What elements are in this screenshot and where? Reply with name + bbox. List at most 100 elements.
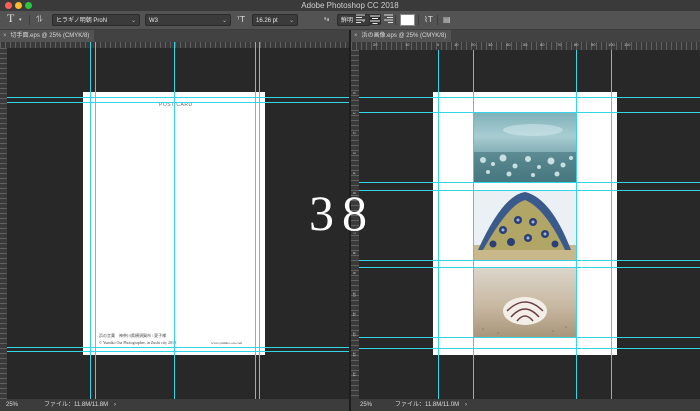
guide-horizontal[interactable]: [7, 97, 349, 98]
align-left-icon[interactable]: [356, 14, 368, 25]
left-tab-bar: × 切手面.eps @ 25% (CMYK/8): [0, 30, 349, 42]
guide-vertical[interactable]: [473, 50, 474, 399]
ruler-number: 20: [373, 42, 378, 47]
ruler-number: 2: [352, 132, 357, 135]
ruler-number: 40: [506, 42, 511, 47]
water-droplets-photo[interactable]: [473, 112, 576, 182]
zoom-level[interactable]: 25%: [6, 399, 18, 411]
ruler-number: 0: [352, 92, 357, 95]
status-arrow-icon[interactable]: ›: [465, 399, 467, 411]
horizontal-ruler[interactable]: 20 10 0 10 20 30 40 50 60 70 80 90 100 1…: [351, 42, 700, 50]
guide-vertical[interactable]: [438, 50, 439, 399]
ruler-number: 10: [405, 42, 410, 47]
close-tab-icon[interactable]: ×: [3, 33, 7, 39]
font-family-value: ヒラギノ明朝 ProN: [56, 18, 108, 24]
type-tool-icon[interactable]: T: [7, 12, 14, 24]
guide-horizontal[interactable]: [359, 97, 700, 98]
ruler-number: 9: [352, 272, 357, 275]
ruler-number: 10: [454, 42, 459, 47]
guide-horizontal[interactable]: [7, 102, 349, 103]
app-title: Adobe Photoshop CC 2018: [301, 1, 399, 10]
tab-left-title: 切手面.eps @ 25% (CMYK/8): [10, 33, 90, 39]
align-center-icon[interactable]: [369, 14, 381, 25]
chevron-down-icon: ⌄: [130, 18, 136, 24]
guide-horizontal[interactable]: [7, 351, 349, 352]
file-info[interactable]: ファイル：11.8M/11.0M: [395, 399, 459, 411]
sea-urchin-photo[interactable]: [473, 190, 576, 260]
font-size-select[interactable]: 16.26 pt ⌄: [252, 14, 298, 26]
ruler-number: 30: [488, 42, 493, 47]
ruler-number: 1: [352, 112, 357, 115]
overlay-number: 38: [309, 185, 375, 241]
ruler-number: 70: [557, 42, 562, 47]
zoom-level[interactable]: 25%: [360, 399, 372, 411]
ruler-number: 12: [352, 332, 357, 337]
ruler-number: 13: [352, 352, 357, 357]
guide-horizontal[interactable]: [359, 190, 700, 191]
right-document-canvas[interactable]: 20 10 0 10 20 30 40 50 60 70 80 90 100 1…: [351, 42, 700, 399]
ruler-number: 60: [540, 42, 545, 47]
ruler-number: 0: [437, 42, 440, 47]
ruler-ticks: [0, 48, 7, 399]
left-status-bar: 25% ファイル：11.8M/11.8M ›: [0, 399, 349, 411]
separator: [29, 15, 30, 25]
type-options-bar: T ▾ ⥮ ヒラギノ明朝 ProN ⌄ W3 ⌄ ᵀT 16.26 pt ⌄ ª…: [0, 11, 700, 30]
status-arrow-icon[interactable]: ›: [114, 399, 116, 411]
right-tab-bar: × 浜の画像.eps @ 25% (CMYK/8): [351, 30, 700, 42]
guide-horizontal[interactable]: [359, 112, 700, 113]
left-document-canvas[interactable]: POST CARD 浜の言葉 神奈川県横須賀市 / 夏子様 © Yumiko O…: [0, 42, 349, 399]
guide-vertical[interactable]: [259, 42, 260, 399]
anti-alias-icon: ªa: [324, 17, 330, 23]
ruler-number: 20: [471, 42, 476, 47]
font-style-value: W3: [149, 18, 158, 24]
guide-horizontal[interactable]: [359, 267, 700, 268]
guide-horizontal[interactable]: [359, 260, 700, 261]
ruler-number: 4: [352, 172, 357, 175]
tab-right-document[interactable]: × 浜の画像.eps @ 25% (CMYK/8): [351, 30, 452, 42]
right-status-bar: 25% ファイル：11.8M/11.0M ›: [351, 399, 700, 411]
shell-photo[interactable]: [473, 267, 576, 337]
guide-vertical[interactable]: [95, 42, 96, 399]
character-panel-icon[interactable]: ▤: [443, 14, 451, 26]
ruler-number: 50: [523, 42, 528, 47]
close-tab-icon[interactable]: ×: [354, 33, 358, 39]
font-family-select[interactable]: ヒラギノ明朝 ProN ⌄: [52, 14, 140, 26]
ruler-number: 90: [591, 42, 596, 47]
vertical-ruler[interactable]: [0, 48, 7, 399]
font-size-value: 16.26 pt: [256, 18, 278, 24]
guide-vertical[interactable]: [255, 42, 256, 399]
ruler-number: 80: [574, 42, 579, 47]
guide-horizontal[interactable]: [359, 182, 700, 183]
guide-vertical[interactable]: [611, 50, 612, 399]
guide-vertical[interactable]: [576, 50, 577, 399]
swatch-fill: [401, 15, 414, 25]
font-size-icon: ᵀT: [237, 15, 245, 24]
anti-alias-value: 鮮明: [341, 18, 354, 24]
guide-vertical[interactable]: [174, 42, 175, 399]
guide-horizontal[interactable]: [7, 347, 349, 348]
separator: [437, 15, 438, 25]
title-bar: Adobe Photoshop CC 2018: [0, 0, 700, 11]
ruler-number: 14: [352, 372, 357, 377]
tool-preset-chevron-icon[interactable]: ▾: [19, 14, 22, 26]
align-right-icon[interactable]: [383, 14, 395, 25]
ruler-number: 110: [624, 42, 631, 47]
file-info[interactable]: ファイル：11.8M/11.8M: [44, 399, 108, 411]
guide-horizontal[interactable]: [359, 348, 700, 349]
caption-line-2: © Yumiko Ota Photographer, in Zushi city…: [99, 340, 176, 345]
tab-right-title: 浜の画像.eps @ 25% (CMYK/8): [361, 33, 447, 39]
font-style-select[interactable]: W3 ⌄: [145, 14, 231, 26]
ruler-number: 10: [352, 292, 357, 297]
warp-text-icon[interactable]: ⌇T: [424, 14, 433, 26]
ruler-number: 3: [352, 152, 357, 155]
chevron-down-icon: ⌄: [288, 18, 294, 24]
ruler-number: 8: [352, 252, 357, 255]
chevron-down-icon: ⌄: [221, 18, 227, 24]
tab-left-document[interactable]: × 切手面.eps @ 25% (CMYK/8): [0, 30, 95, 42]
text-color-swatch[interactable]: [400, 14, 415, 26]
separator: [395, 15, 396, 25]
vertical-type-icon[interactable]: ⥮: [36, 14, 43, 26]
guide-vertical[interactable]: [90, 42, 91, 399]
caption-line-1: 浜の言葉 神奈川県横須賀市 / 夏子様: [99, 333, 167, 338]
guide-horizontal[interactable]: [359, 337, 700, 338]
